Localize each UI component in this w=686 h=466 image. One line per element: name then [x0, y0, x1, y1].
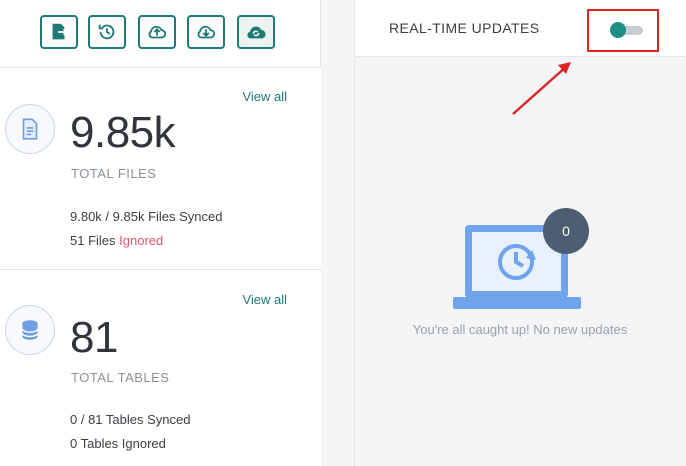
files-view-all-link[interactable]: View all: [242, 89, 287, 104]
realtime-toggle[interactable]: [609, 21, 645, 39]
tables-synced-count: 0 / 81: [70, 412, 103, 427]
file-export-icon: [52, 23, 68, 40]
upload-button[interactable]: [138, 15, 176, 49]
files-synced-text: Files Synced: [148, 209, 223, 224]
restore-button[interactable]: [88, 15, 126, 49]
export-file-button[interactable]: [40, 15, 78, 49]
cloud-sync-icon: [247, 26, 266, 39]
files-ignored-line: 51 Files Ignored: [70, 233, 163, 248]
files-synced-count: 9.80k / 9.85k: [70, 209, 145, 224]
action-toolbar: [0, 0, 321, 68]
files-ignored-word: Files: [88, 233, 116, 248]
tables-ignored-line: 0 Tables Ignored: [70, 436, 166, 451]
realtime-title: REAL-TIME UPDATES: [389, 20, 540, 36]
stats-panel: View all 9.85k TOTAL FILES 9.80k / 9.85k…: [0, 0, 321, 466]
toggle-knob: [610, 22, 626, 38]
tables-synced-text: Tables Synced: [105, 412, 191, 427]
update-count-badge: 0: [543, 208, 589, 254]
sync-button[interactable]: [237, 15, 275, 49]
cloud-download-icon: [197, 25, 216, 39]
database-icon: [5, 305, 55, 355]
tables-synced-line: 0 / 81 Tables Synced: [70, 412, 190, 427]
total-tables-label: TOTAL TABLES: [71, 370, 170, 385]
tables-view-all-link[interactable]: View all: [242, 292, 287, 307]
tables-card: View all 81 TOTAL TABLES 0 / 81 Tables S…: [0, 271, 321, 466]
total-files-count: 9.85k: [70, 108, 176, 157]
annotation-arrow: [512, 62, 571, 115]
empty-state-message: You're all caught up! No new updates: [412, 322, 628, 337]
file-icon: [5, 104, 55, 154]
files-synced-line: 9.80k / 9.85k Files Synced: [70, 209, 223, 224]
cloud-upload-icon: [148, 25, 167, 39]
files-ignored-count: 51: [70, 233, 85, 248]
download-button[interactable]: [187, 15, 225, 49]
files-card: View all 9.85k TOTAL FILES 9.80k / 9.85k…: [0, 68, 321, 270]
total-files-label: TOTAL FILES: [71, 166, 157, 181]
total-tables-count: 81: [70, 313, 118, 362]
realtime-header: REAL-TIME UPDATES: [355, 0, 686, 57]
files-ignored-link[interactable]: Ignored: [119, 233, 163, 248]
history-icon: [98, 24, 115, 40]
